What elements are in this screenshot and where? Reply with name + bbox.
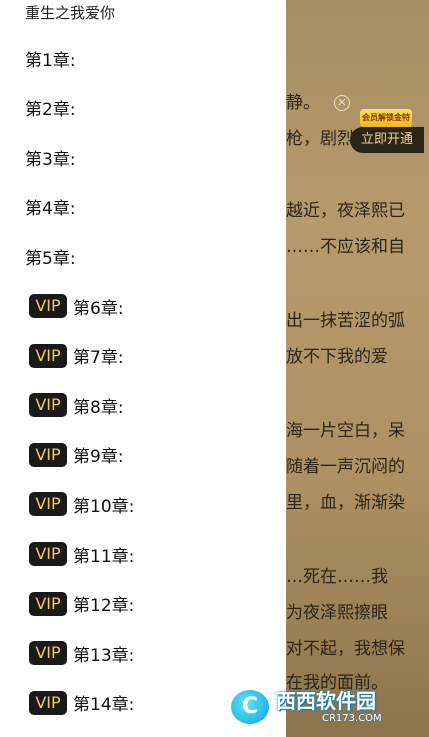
chapter-item[interactable]: VIP 第11章: — [0, 534, 286, 574]
vip-badge: VIP — [29, 492, 67, 517]
watermark-name: 西西软件园 — [276, 689, 376, 713]
chapter-label: 第3章: — [25, 149, 76, 170]
vip-badge: VIP — [29, 393, 67, 418]
chapter-item[interactable]: 第2章: — [0, 88, 286, 128]
chapter-label: 第10章: — [73, 496, 135, 517]
chapter-label: 第9章: — [73, 447, 124, 468]
chapter-item[interactable]: VIP 第10章: — [0, 484, 286, 524]
chapter-label: 第6章: — [73, 298, 124, 319]
reader-line: 里，血，渐渐染 — [286, 493, 405, 513]
chapter-label: 第13章: — [73, 645, 135, 666]
close-circle-icon[interactable]: ✕ — [334, 95, 350, 111]
reader-line: 海一片空白，呆 — [286, 421, 405, 441]
vip-badge: VIP — [29, 343, 67, 368]
chapter-item[interactable]: VIP 第9章: — [0, 435, 286, 475]
chapter-item[interactable]: VIP 第13章: — [0, 633, 286, 673]
reader-line: 静。 — [286, 93, 320, 113]
reader-line: ……不应该和自 — [286, 237, 405, 257]
chapter-label: 第5章: — [25, 248, 76, 269]
chapter-item[interactable]: 第5章: — [0, 236, 286, 276]
chapter-item[interactable]: 第3章: — [0, 137, 286, 177]
reader-line: …死在……我 — [286, 567, 388, 587]
vip-badge: VIP — [29, 690, 67, 715]
chapter-label: 第11章: — [73, 546, 135, 567]
chapter-label: 第7章: — [73, 348, 124, 369]
chapter-item[interactable]: 第1章: — [0, 38, 286, 78]
promo-tag: 会员解锁金特 — [360, 109, 412, 127]
chapter-item[interactable]: VIP 第8章: — [0, 385, 286, 425]
reader-line: 随着一声沉闷的 — [286, 457, 405, 477]
chapter-item[interactable]: VIP 第6章: — [0, 286, 286, 326]
reader-line: 放不下我的爱 — [286, 347, 388, 367]
vip-badge: VIP — [29, 591, 67, 616]
book-title: 重生之我爱你 — [25, 4, 116, 22]
chapter-label: 第8章: — [73, 397, 124, 418]
watermark-url: CR173.COM — [322, 713, 382, 724]
watermark: C 西西软件园 CR173.COM — [228, 686, 412, 728]
vip-badge: VIP — [29, 542, 67, 566]
chapter-item[interactable]: VIP 第7章: — [0, 336, 286, 376]
chapter-item[interactable]: VIP 第12章: — [0, 584, 286, 624]
chapter-label: 第14章: — [73, 695, 135, 716]
reader-line: 为夜泽熙擦眼 — [286, 603, 388, 623]
chapter-label: 第4章: — [25, 199, 76, 220]
vip-badge: VIP — [29, 641, 67, 666]
vip-badge: VIP — [29, 294, 67, 318]
chapter-label: 第2章: — [25, 100, 76, 121]
vip-badge: VIP — [29, 442, 67, 467]
reader-line: 越近，夜泽熙已 — [286, 201, 405, 221]
chapter-item[interactable]: 第4章: — [0, 187, 286, 227]
open-membership-button[interactable]: 立即开通 — [350, 127, 424, 153]
watermark-logo-icon: C — [228, 687, 272, 727]
chapter-label: 第1章: — [25, 50, 76, 71]
chapter-label: 第12章: — [73, 596, 135, 617]
reader-line: 出一抹苦涩的弧 — [286, 311, 405, 331]
chapter-drawer: 重生之我爱你 第1章: 第2章: 第3章: 第4章: 第5章: VIP 第6章: VIP 第7章… — [0, 0, 286, 737]
reader-line: 枪，剧烈 — [286, 129, 354, 149]
reader-line: 对不起，我想保 — [286, 639, 405, 659]
